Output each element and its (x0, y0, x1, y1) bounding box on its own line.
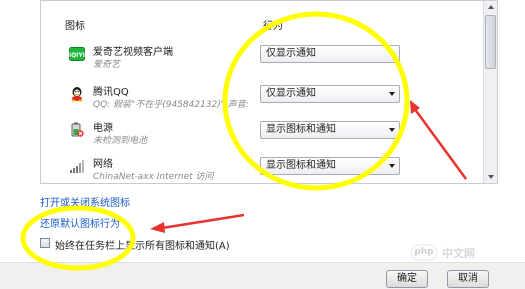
iqiyi-icon: iQIYI (69, 46, 85, 62)
always-show-all-icons-label[interactable]: 始终在任务栏上显示所有图标和通知(A) (55, 237, 230, 252)
watermark-logo: php (410, 244, 438, 261)
app-name: 爱奇艺视频客户端 (93, 47, 173, 58)
always-show-all-icons-checkbox[interactable] (40, 238, 50, 248)
red-arrow-annotation (161, 213, 245, 230)
list-item-power: 电源 未检测到电池 显示图标和通知 (41, 114, 481, 150)
app-description: ChinaNet-axx Internet 访问 (93, 172, 214, 182)
column-header-behavior: 行为 (263, 21, 283, 32)
restore-default-behavior-link[interactable]: 还原默认图标行为 (40, 215, 120, 230)
column-header-icons: 图标 (65, 21, 85, 32)
vertical-scrollbar[interactable] (483, 1, 497, 183)
list-item-iqiyi: iQIYI 爱奇艺视频客户端 爱奇艺 仅显示通知 (41, 38, 481, 74)
red-arrowhead (150, 222, 165, 233)
app-description: QQ: 假装"不在乎(945842132)" 声音: (93, 100, 249, 110)
app-description: 爱奇艺 (93, 60, 121, 70)
scroll-down-button[interactable] (484, 171, 497, 183)
scrollbar-thumb[interactable] (485, 15, 496, 69)
app-name: 网络 (93, 159, 113, 170)
behavior-dropdown-value: 显示图标和通知 (266, 160, 336, 171)
list-item-network: 网络 ChinaNet-axx Internet 访问 显示图标和通知 (41, 150, 481, 183)
behavior-dropdown[interactable]: 显示图标和通知 (260, 121, 400, 139)
behavior-dropdown[interactable]: 仅显示通知 (260, 85, 400, 103)
app-description: 未检测到电池 (93, 136, 148, 146)
ok-button[interactable]: 确定 (386, 270, 428, 288)
scroll-up-button[interactable] (484, 1, 497, 13)
app-name: 电源 (93, 123, 113, 134)
power-icon (69, 122, 85, 138)
chevron-down-icon (389, 92, 395, 96)
behavior-dropdown-value: 仅显示通知 (266, 88, 316, 99)
list-item-qq: 腾讯QQ QQ: 假装"不在乎(945842132)" 声音: 仅显示通知 (41, 78, 481, 114)
behavior-dropdown[interactable]: 仅显示通知 (260, 45, 400, 63)
network-icon (69, 158, 85, 174)
behavior-dropdown-value: 显示图标和通知 (266, 124, 336, 135)
chevron-down-icon (389, 128, 395, 132)
toggle-system-icons-link[interactable]: 打开或关闭系统图标 (40, 194, 130, 209)
app-name: 腾讯QQ (93, 87, 129, 98)
behavior-dropdown[interactable]: 显示图标和通知 (260, 157, 400, 175)
watermark: php 中文网 (410, 244, 510, 264)
qq-icon (69, 86, 85, 102)
behavior-dropdown-value: 仅显示通知 (266, 48, 316, 59)
chevron-down-icon (389, 52, 395, 56)
svg-text:iQIYI: iQIYI (69, 52, 85, 59)
watermark-text: 中文网 (442, 247, 475, 260)
cancel-button[interactable]: 取消 (447, 270, 489, 288)
notification-icons-list: 图标 行为 iQIYI 爱奇艺视频客户端 爱奇艺 仅显示通知 腾讯QQ QQ: … (40, 0, 498, 184)
chevron-down-icon (389, 164, 395, 168)
